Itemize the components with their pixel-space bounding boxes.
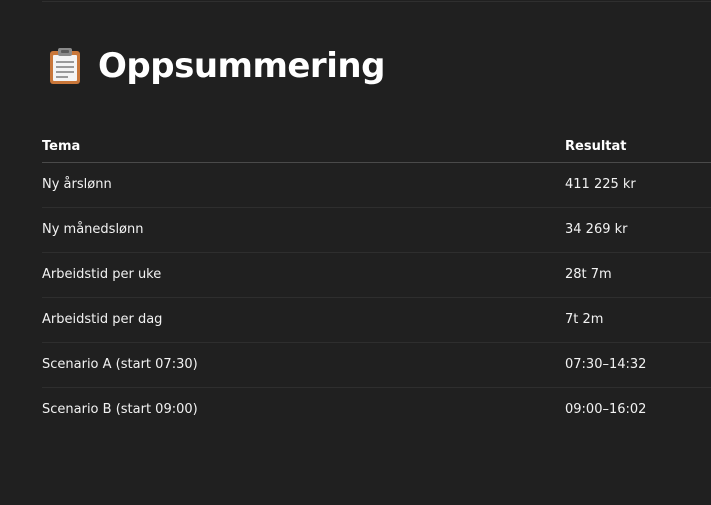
table-row: Scenario B (start 09:00) 09:00–16:02: [42, 388, 711, 432]
table-header: Tema Resultat: [42, 130, 711, 163]
table-row: Ny månedslønn 34 269 kr: [42, 208, 711, 253]
cell-resultat: 34 269 kr: [565, 222, 628, 237]
cell-tema: Arbeidstid per dag: [42, 312, 163, 327]
page-heading: Oppsummering: [48, 44, 385, 88]
cell-resultat: 7t 2m: [565, 312, 604, 327]
summary-table: Tema Resultat Ny årslønn 411 225 kr Ny m…: [42, 130, 711, 432]
table-row: Arbeidstid per uke 28t 7m: [42, 253, 711, 298]
cell-tema: Ny årslønn: [42, 177, 112, 192]
cell-tema: Scenario B (start 09:00): [42, 402, 198, 417]
cell-tema: Arbeidstid per uke: [42, 267, 162, 282]
table-row: Scenario A (start 07:30) 07:30–14:32: [42, 343, 711, 388]
table-row: Ny årslønn 411 225 kr: [42, 163, 711, 208]
top-divider: [42, 1, 711, 2]
cell-tema: Scenario A (start 07:30): [42, 357, 198, 372]
column-header-resultat: Resultat: [565, 139, 627, 154]
cell-resultat: 09:00–16:02: [565, 402, 647, 417]
page-title: Oppsummering: [98, 46, 385, 86]
page: Oppsummering Tema Resultat Ny årslønn 41…: [0, 0, 711, 505]
cell-resultat: 07:30–14:32: [565, 357, 647, 372]
cell-resultat: 411 225 kr: [565, 177, 636, 192]
cell-tema: Ny månedslønn: [42, 222, 144, 237]
table-row: Arbeidstid per dag 7t 2m: [42, 298, 711, 343]
cell-resultat: 28t 7m: [565, 267, 612, 282]
column-header-tema: Tema: [42, 139, 81, 154]
clipboard-icon: [48, 47, 82, 85]
